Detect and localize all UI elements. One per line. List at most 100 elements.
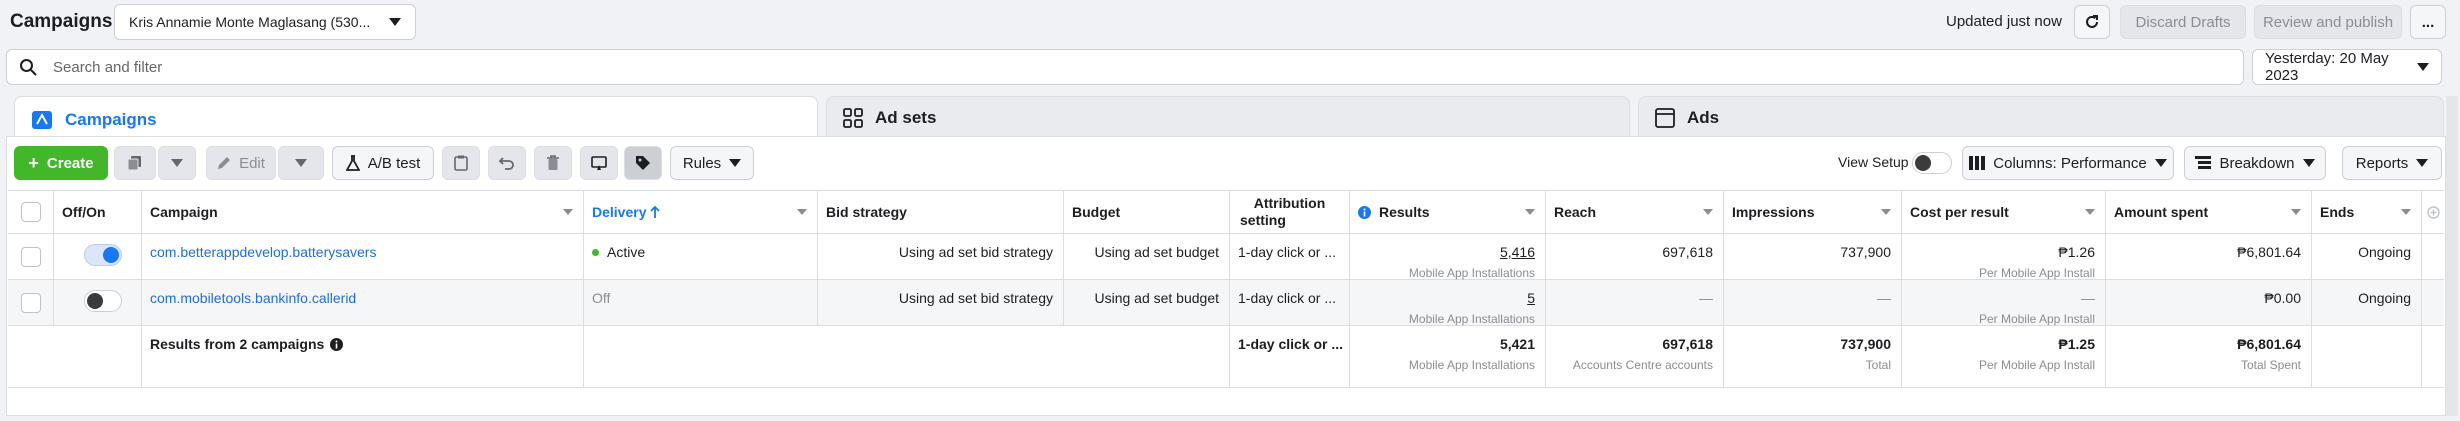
impressions-value: — <box>1877 290 1891 306</box>
tag-button[interactable] <box>624 146 662 180</box>
spent-value: ₱0.00 <box>2264 290 2301 306</box>
col-impressions[interactable]: Impressions <box>1724 191 1902 233</box>
delivery-label: Off <box>592 290 611 306</box>
edit-button[interactable]: Edit <box>206 146 276 180</box>
create-button[interactable]: + Create <box>14 146 108 180</box>
col-amount-spent[interactable]: Amount spent <box>2106 191 2312 233</box>
edit-dropdown-button[interactable] <box>278 146 324 180</box>
update-status: Updated just now <box>1946 13 2062 30</box>
chevron-down-icon <box>2416 159 2429 167</box>
delivery-label: Active <box>607 244 646 260</box>
totals-label-text: Results from 2 campaigns <box>150 336 325 352</box>
caret-down-icon <box>2291 209 2301 215</box>
totals-reach-cell: 697,618 Accounts Centre accounts <box>1546 326 1724 387</box>
view-setup-toggle[interactable] <box>1912 152 1952 174</box>
totals-label: Results from 2 campaigns <box>150 336 344 352</box>
budget-cell: Using ad set budget <box>1064 234 1230 279</box>
campaign-name-link[interactable]: com.mobiletools.bankinfo.callerid <box>150 290 356 306</box>
delivery-cell: Active <box>584 234 818 279</box>
row-select-cell <box>8 280 54 325</box>
caret-down-icon <box>2401 209 2411 215</box>
totals-impressions-cell: 737,900 Total <box>1724 326 1902 387</box>
col-results-label: Results <box>1379 204 1430 220</box>
reach-value: 697,618 <box>1662 244 1713 260</box>
tag-icon <box>635 155 651 171</box>
table-row[interactable]: com.betterappdevelop.batterysavers Activ… <box>8 234 2444 280</box>
row-checkbox[interactable] <box>21 293 41 313</box>
col-campaign[interactable]: Campaign <box>142 191 584 233</box>
tab-ads[interactable]: Ads <box>1638 96 2444 138</box>
info-icon[interactable] <box>330 337 344 351</box>
preview-button[interactable] <box>580 146 618 180</box>
attribution-cell: 1-day click or ... <box>1230 234 1350 279</box>
page-title: Campaigns <box>10 11 113 32</box>
columns-selector[interactable]: Columns: Performance <box>1962 146 2174 180</box>
clipboard-button[interactable] <box>442 146 480 180</box>
col-bid-strategy[interactable]: Bid strategy <box>818 191 1064 233</box>
breakdown-selector[interactable]: Breakdown <box>2184 146 2326 180</box>
totals-blank <box>584 326 1230 387</box>
col-attribution[interactable]: Attribution setting <box>1230 191 1350 233</box>
col-budget[interactable]: Budget <box>1064 191 1230 233</box>
review-publish-button[interactable]: Review and publish <box>2254 5 2402 39</box>
search-placeholder: Search and filter <box>53 58 163 76</box>
tab-label: Ad sets <box>875 107 937 127</box>
rules-button[interactable]: Rules <box>670 146 754 180</box>
discard-drafts-button[interactable]: Discard Drafts <box>2120 5 2246 39</box>
budget-cell: Using ad set budget <box>1064 280 1230 325</box>
add-column-button[interactable] <box>2422 191 2444 233</box>
delivery-status: Active <box>592 244 645 260</box>
undo-button[interactable] <box>488 146 526 180</box>
info-icon <box>1358 205 1371 219</box>
cpr-sub: Per Mobile App Install <box>1978 266 2095 280</box>
more-options-button[interactable]: ... <box>2410 5 2446 39</box>
campaign-name-link[interactable]: com.betterappdevelop.batterysavers <box>150 244 376 260</box>
totals-label-cell: Results from 2 campaigns <box>142 326 584 387</box>
status-dot-icon <box>592 248 599 256</box>
delete-button[interactable] <box>534 146 572 180</box>
search-input[interactable]: Search and filter <box>6 49 2244 85</box>
col-cost-per-result[interactable]: Cost per result <box>1902 191 2106 233</box>
col-results[interactable]: Results <box>1350 191 1546 233</box>
col-ends-label: Ends <box>2320 204 2355 220</box>
reach-cell: 697,618 <box>1546 234 1724 279</box>
refresh-icon <box>2083 13 2101 31</box>
col-ends[interactable]: Ends <box>2312 191 2422 233</box>
totals-row: Results from 2 campaigns 1-day click or … <box>8 326 2444 388</box>
caret-down-icon <box>797 209 807 215</box>
caret-down-icon <box>1525 209 1535 215</box>
account-selector[interactable]: Kris Annamie Monte Maglasang (530... <box>114 4 416 40</box>
col-impressions-label: Impressions <box>1732 204 1815 220</box>
ab-test-button[interactable]: A/B test <box>332 146 434 180</box>
totals-attribution: 1-day click or ... <box>1238 336 1344 352</box>
totals-results-cell: 5,421 Mobile App Installations <box>1350 326 1546 387</box>
totals-results-sub: Mobile App Installations <box>1408 358 1535 372</box>
create-label: Create <box>46 154 94 172</box>
impressions-cell: 737,900 <box>1724 234 1902 279</box>
campaign-toggle[interactable] <box>84 290 122 312</box>
refresh-button[interactable] <box>2074 5 2110 39</box>
results-cell: 5,416 Mobile App Installations <box>1350 234 1546 280</box>
impressions-cell: — <box>1724 280 1902 325</box>
tab-ad-sets[interactable]: Ad sets <box>826 96 1630 138</box>
table-row[interactable]: com.mobiletools.bankinfo.callerid Off Us… <box>8 280 2444 326</box>
reports-selector[interactable]: Reports <box>2342 146 2442 180</box>
duplicate-dropdown-button[interactable] <box>158 146 196 180</box>
results-value[interactable]: 5 <box>1527 290 1535 306</box>
chevron-down-icon <box>389 18 401 26</box>
date-range-selector[interactable]: Yesterday: 20 May 2023 <box>2252 49 2442 85</box>
duplicate-button[interactable] <box>114 146 156 180</box>
col-attribution-line1: Attribution <box>1253 195 1326 211</box>
attribution-value: 1-day click or ... <box>1238 290 1337 306</box>
campaign-toggle[interactable] <box>84 244 122 266</box>
select-all-checkbox[interactable] <box>20 202 41 222</box>
totals-attribution-cell: 1-day click or ... <box>1230 326 1350 387</box>
columns-label: Columns: Performance <box>1993 154 2147 172</box>
results-value[interactable]: 5,416 <box>1500 244 1535 260</box>
sort-ascending-icon <box>650 206 661 218</box>
vertical-scrollbar[interactable] <box>2446 96 2458 416</box>
pencil-icon <box>217 156 231 170</box>
col-delivery[interactable]: Delivery <box>584 191 818 233</box>
row-checkbox[interactable] <box>21 247 41 267</box>
col-reach[interactable]: Reach <box>1546 191 1724 233</box>
